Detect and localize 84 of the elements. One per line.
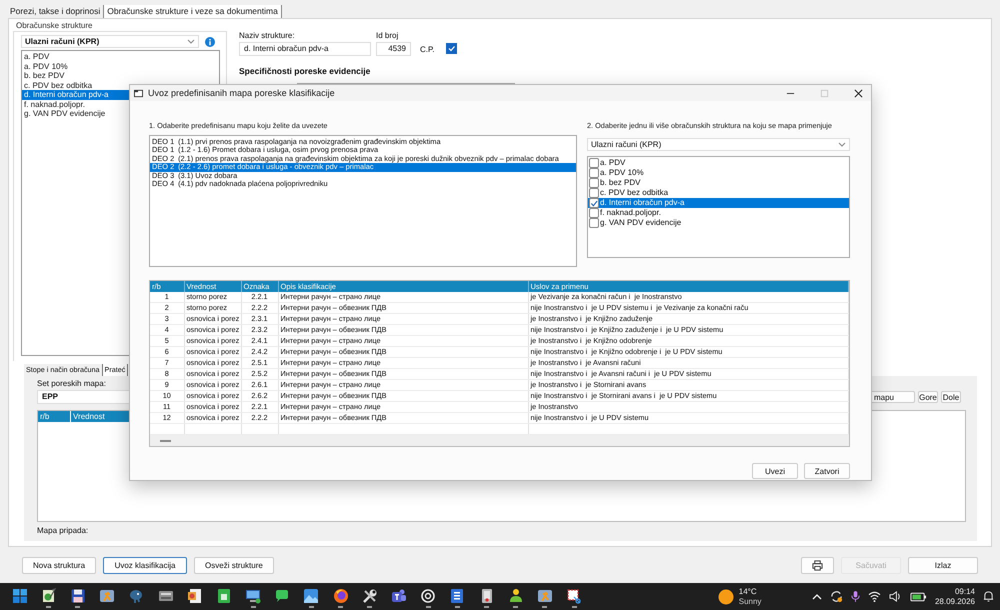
checkbox[interactable]: [589, 208, 599, 218]
sync-icon[interactable]: [830, 590, 843, 603]
checklist-item[interactable]: b. bez PDV: [588, 178, 849, 188]
field-label: Mapa pripada:: [37, 526, 88, 536]
snipping-icon[interactable]: [566, 588, 582, 604]
window-icon: [134, 88, 143, 98]
name-field[interactable]: d. Interni obračun pdv-a: [239, 42, 371, 56]
speaker-icon[interactable]: [888, 591, 902, 602]
item-label: d. Interni obračun pdv-a: [600, 198, 684, 208]
checklist-item[interactable]: f. naknad.poljopr.: [588, 208, 849, 218]
field-label: Naziv strukture:: [239, 31, 296, 40]
checklist-item[interactable]: a. PDV 10%: [588, 168, 849, 178]
id-field[interactable]: 4539: [376, 42, 411, 56]
chevron-down-icon: [187, 39, 195, 44]
list-item[interactable]: a. PDV: [22, 52, 219, 62]
item-label: a. PDV: [600, 158, 626, 168]
checkbox[interactable]: [589, 198, 599, 208]
type-select[interactable]: Ulazni računi (KPR): [587, 138, 850, 151]
runner-figure-icon[interactable]: [99, 588, 116, 604]
section-title: Specifičnosti poreske evidencije: [239, 66, 372, 76]
footer-button[interactable]: Izlaz: [908, 556, 978, 574]
document-icon[interactable]: [449, 588, 466, 604]
list-item[interactable]: a. PDV 10%: [22, 62, 219, 71]
item-label: f. naknad.poljopr.: [600, 208, 661, 218]
tools-icon[interactable]: [362, 588, 378, 604]
weather-condition: Sunny: [738, 596, 762, 606]
computer-icon[interactable]: [245, 588, 262, 604]
microphone-icon[interactable]: [850, 590, 860, 603]
tab[interactable]: Obračunske strukture i veze sa dokumentima: [104, 5, 282, 18]
elephant-icon[interactable]: [128, 588, 144, 604]
checkbox[interactable]: [589, 188, 599, 198]
person-icon[interactable]: [508, 588, 524, 604]
checklist-item[interactable]: g. VAN PDV evidencije: [588, 218, 849, 228]
battery-icon[interactable]: [910, 592, 927, 602]
checkbox[interactable]: [589, 168, 599, 178]
field-label: Id broj: [376, 31, 400, 40]
clock-date[interactable]: 28.09.2026: [934, 596, 975, 606]
chat-bubble-icon[interactable]: [274, 588, 290, 604]
wifi-icon[interactable]: [868, 591, 881, 602]
info-icon[interactable]: [205, 36, 215, 46]
close-button[interactable]: Zatvori: [804, 463, 850, 479]
checkbox[interactable]: [589, 218, 599, 228]
checkbox[interactable]: [589, 178, 599, 188]
group-label: Obračunske strukture: [15, 21, 94, 31]
checklist-item[interactable]: d. Interni obračun pdv-a: [588, 198, 849, 208]
down-button[interactable]: Dole: [941, 391, 961, 403]
item-label: c. PDV bez odbitka: [600, 188, 668, 198]
spreadsheet-icon[interactable]: [216, 588, 232, 604]
checkbox-label: C.P.: [420, 44, 435, 56]
checklist-item[interactable]: a. PDV: [588, 158, 849, 168]
knot-icon[interactable]: [420, 588, 436, 604]
runner-figure-icon[interactable]: [536, 588, 553, 604]
sun-icon[interactable]: [718, 588, 734, 604]
footer-button[interactable]: Osveži strukture: [194, 556, 274, 574]
clock-time[interactable]: 09:14: [954, 586, 975, 596]
footer-button[interactable]: Nova struktura: [22, 556, 96, 574]
print-button[interactable]: [801, 556, 834, 574]
scrollbar-thumb[interactable]: [160, 440, 171, 442]
checklist-item[interactable]: c. PDV bez odbitka: [588, 188, 849, 198]
footer-button[interactable]: Uvoz klasifikacija: [103, 556, 188, 574]
list-item[interactable]: b. bez PDV: [22, 71, 219, 80]
item-label: b. bez PDV: [600, 178, 640, 188]
field-label: Set poreskih mapa:: [37, 379, 106, 389]
item-label: g. VAN PDV evidencije: [600, 218, 682, 228]
printer-icon: [812, 560, 823, 570]
close-icon[interactable]: [854, 88, 863, 98]
type-select[interactable]: Ulazni računi (KPR): [21, 35, 199, 48]
windows-logo-icon[interactable]: [12, 588, 28, 604]
photos-icon[interactable]: [303, 588, 320, 604]
checkbox[interactable]: [446, 43, 457, 54]
chevron-down-icon: [838, 142, 846, 147]
import-button[interactable]: Uvezi: [752, 463, 798, 479]
people-icon[interactable]: [391, 588, 408, 604]
column-header[interactable]: r/b: [38, 411, 71, 422]
globe-icon[interactable]: [332, 588, 349, 604]
document-icon[interactable]: [186, 588, 203, 604]
item-label: a. PDV 10%: [600, 168, 644, 178]
temperature: 14°C: [738, 586, 758, 596]
chevron-up-icon[interactable]: [812, 594, 822, 600]
checkbox[interactable]: [589, 158, 599, 168]
up-button[interactable]: Gore: [918, 391, 938, 403]
notepad-icon[interactable]: [40, 588, 57, 604]
scanner-icon[interactable]: [158, 588, 174, 604]
notification-icon[interactable]: [983, 590, 994, 603]
